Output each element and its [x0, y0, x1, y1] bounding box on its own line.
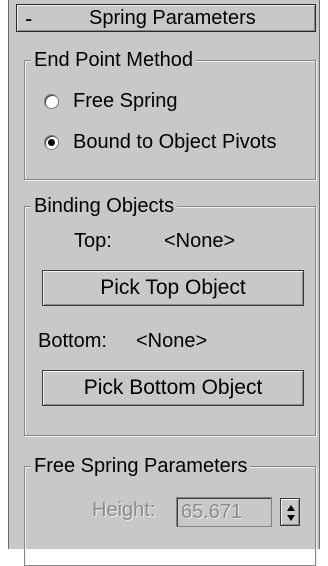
- free-spring-parameters-title: Free Spring Parameters: [31, 454, 251, 478]
- height-spinner[interactable]: [280, 498, 300, 526]
- height-input[interactable]: [176, 497, 272, 527]
- bottom-object-value: <None>: [136, 330, 208, 352]
- spinner-arrows-icon: [287, 505, 295, 521]
- rollout-title: Spring Parameters: [89, 7, 256, 29]
- end-point-method-title: End Point Method: [31, 48, 196, 72]
- end-point-method-group: End Point Method: [24, 48, 316, 180]
- binding-objects-title: Binding Objects: [31, 194, 178, 218]
- bound-to-object-pivots-radio-circle[interactable]: [44, 134, 59, 150]
- free-spring-radio-circle[interactable]: [44, 93, 59, 109]
- bound-to-object-pivots-label: Bound to Object Pivots: [73, 130, 277, 153]
- spring-parameters-rollout-header[interactable]: - Spring Parameters: [16, 4, 316, 32]
- collapse-rollout-icon[interactable]: -: [25, 6, 32, 32]
- top-object-value: <None>: [164, 230, 236, 252]
- bound-to-object-pivots-radio[interactable]: Bound to Object Pivots: [44, 129, 276, 155]
- free-spring-parameters-group: Free Spring Parameters: [24, 454, 316, 566]
- pick-bottom-object-button[interactable]: Pick Bottom Object: [42, 370, 304, 406]
- free-spring-label: Free Spring: [73, 89, 178, 112]
- pick-top-object-button[interactable]: Pick Top Object: [42, 270, 304, 306]
- bottom-label: Bottom:: [38, 330, 107, 352]
- free-spring-radio[interactable]: Free Spring: [44, 88, 178, 114]
- top-label: Top:: [74, 230, 112, 252]
- height-label: Height:: [92, 499, 156, 521]
